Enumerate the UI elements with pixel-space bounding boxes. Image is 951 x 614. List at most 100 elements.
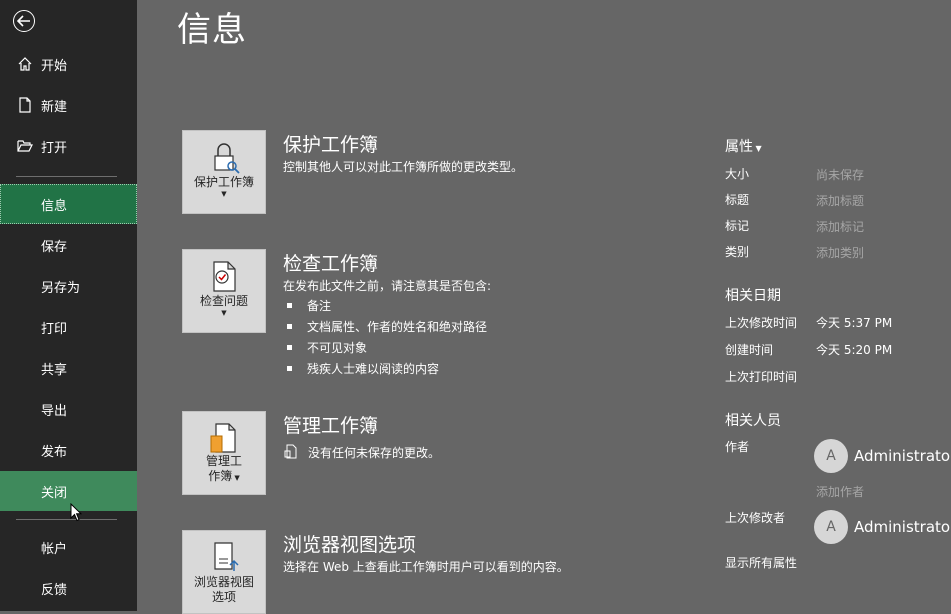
inspect-bullet-list: 备注 文档属性、作者的姓名和绝对路径 不可见对象 残疾人士难以阅读的内容 [287, 295, 487, 379]
bullet-icon [287, 324, 292, 329]
nav-new[interactable]: 新建 [0, 85, 137, 125]
prop-key: 大小 [725, 167, 750, 181]
list-item: 残疾人士难以阅读的内容 [287, 358, 487, 379]
new-document-icon [16, 96, 34, 114]
bullet-text: 不可见对象 [307, 341, 368, 355]
inspect-desc: 在发布此文件之前，请注意其是否包含: [283, 279, 492, 293]
last-modified-by-key: 上次修改者 [725, 511, 786, 525]
inspect-title: 检查工作簿 [283, 253, 379, 275]
avatar: A [814, 510, 848, 544]
nav-info-label: 信息 [41, 198, 68, 214]
list-item: 备注 [287, 295, 487, 316]
back-arrow-icon[interactable] [13, 10, 35, 32]
protect-tile-label: 保护工作簿 [193, 175, 254, 189]
bullet-icon [287, 345, 292, 350]
open-folder-icon [16, 137, 34, 155]
prop-key: 标题 [725, 193, 750, 207]
list-item: 不可见对象 [287, 337, 487, 358]
modifier-person[interactable]: A Administrator [814, 510, 951, 544]
manage-desc: 没有任何未保存的更改。 [308, 446, 441, 460]
prop-key: 类别 [725, 245, 750, 259]
nav-feedback-label: 反馈 [41, 582, 68, 598]
related-people-header: 相关人员 [725, 413, 781, 429]
home-icon [16, 55, 34, 73]
author-key: 作者 [725, 440, 750, 454]
avatar: A [814, 439, 848, 473]
sidebar-divider [16, 176, 117, 177]
nav-home-label: 开始 [41, 58, 68, 74]
nav-print-label: 打印 [41, 321, 68, 337]
nav-account-label: 帐户 [41, 541, 68, 557]
last-modified-value: 今天 5:37 PM [816, 316, 893, 330]
protect-workbook-section: 保护工作簿 ▼ 保护工作簿 控制其他人可以对此工作簿所做的更改类型。 [182, 130, 682, 216]
nav-info[interactable]: 信息 [0, 184, 137, 224]
related-dates-header: 相关日期 [725, 288, 781, 304]
nav-feedback[interactable]: 反馈 [0, 568, 137, 608]
properties-header: 属性 [725, 139, 753, 155]
author-person[interactable]: A Administrator [814, 439, 951, 473]
nav-close-label: 关闭 [41, 485, 68, 501]
check-for-issues-button[interactable]: 检查问题 ▼ [182, 249, 266, 333]
nav-print[interactable]: 打印 [0, 307, 137, 347]
nav-share[interactable]: 共享 [0, 348, 137, 388]
nav-export[interactable]: 导出 [0, 389, 137, 429]
dropdown-caret-icon: ▼ [221, 309, 227, 317]
browser-desc: 选择在 Web 上查看此工作簿时用户可以看到的内容。 [283, 560, 569, 574]
manage-tile-label-2: 作簿 [208, 469, 233, 483]
browser-title: 浏览器视图选项 [283, 534, 417, 556]
inspect-tile-label: 检查问题 [199, 294, 248, 308]
created-value: 今天 5:20 PM [816, 343, 893, 357]
add-title-field[interactable]: 添加标题 [816, 192, 864, 209]
nav-save-as[interactable]: 另存为 [0, 266, 137, 306]
browser-view-options-button[interactable]: 浏览器视图 选项 [182, 530, 266, 614]
protect-workbook-button[interactable]: 保护工作簿 ▼ [182, 130, 266, 214]
browser-tile-label-2: 选项 [211, 590, 236, 604]
nav-new-label: 新建 [41, 99, 68, 115]
nav-export-label: 导出 [41, 403, 68, 419]
bullet-icon [287, 366, 292, 371]
add-tags-field[interactable]: 添加标记 [816, 218, 864, 235]
nav-save[interactable]: 保存 [0, 225, 137, 265]
bullet-text: 备注 [307, 299, 332, 313]
prop-key: 标记 [725, 219, 750, 233]
prop-size-value: 尚未保存 [816, 168, 865, 182]
nav-open[interactable]: 打开 [0, 126, 137, 166]
nav-close[interactable]: 关闭 [0, 471, 137, 511]
add-author-link[interactable]: 添加作者 [816, 483, 864, 500]
date-key: 创建时间 [725, 343, 774, 357]
inspect-workbook-section: 检查问题 ▼ 检查工作簿 在发布此文件之前，请注意其是否包含: 备注 文档属性、作… [182, 249, 682, 379]
protect-title: 保护工作簿 [283, 134, 379, 156]
list-item: 文档属性、作者的姓名和绝对路径 [287, 316, 487, 337]
mouse-cursor-icon [70, 503, 82, 522]
show-all-properties-link[interactable]: 显示所有属性 [725, 554, 797, 571]
nav-home[interactable]: 开始 [0, 44, 137, 84]
modifier-name: Administrator [854, 518, 951, 536]
manage-title: 管理工作簿 [283, 415, 379, 437]
dropdown-caret-icon: ▼ [221, 190, 227, 198]
bullet-text: 文档属性、作者的姓名和绝对路径 [307, 320, 488, 334]
bullet-icon [287, 303, 292, 308]
inspect-document-icon [213, 261, 236, 292]
nav-publish-label: 发布 [41, 444, 68, 460]
add-category-field[interactable]: 添加类别 [816, 244, 864, 261]
nav-publish[interactable]: 发布 [0, 430, 137, 470]
date-key: 上次打印时间 [725, 370, 798, 384]
manage-workbook-button[interactable]: 管理工 作簿 ▼ [182, 411, 266, 495]
bullet-text: 残疾人士难以阅读的内容 [307, 362, 440, 376]
backstage-sidebar: 开始 新建 打开 信息 保存 另存为 打印 共享 导出 发布 关闭 帐户 反馈 [0, 0, 137, 611]
sidebar-divider-bottom [16, 519, 117, 520]
nav-save-label: 保存 [41, 239, 68, 255]
date-key: 上次修改时间 [725, 316, 798, 330]
nav-save-as-label: 另存为 [41, 280, 81, 296]
nav-account[interactable]: 帐户 [0, 527, 137, 567]
author-name: Administrator [854, 447, 951, 465]
manage-workbook-icon [210, 423, 236, 453]
protect-desc: 控制其他人可以对此工作簿所做的更改类型。 [283, 160, 524, 174]
properties-dropdown[interactable]: 属性 ▼ [725, 136, 762, 156]
dropdown-caret-icon: ▼ [232, 474, 240, 482]
nav-open-label: 打开 [41, 140, 68, 156]
nav-share-label: 共享 [41, 362, 68, 378]
document-versions-icon [284, 444, 297, 459]
browser-view-section: 浏览器视图 选项 浏览器视图选项 选择在 Web 上查看此工作簿时用户可以看到的内… [182, 530, 682, 614]
browser-view-icon [214, 542, 239, 571]
